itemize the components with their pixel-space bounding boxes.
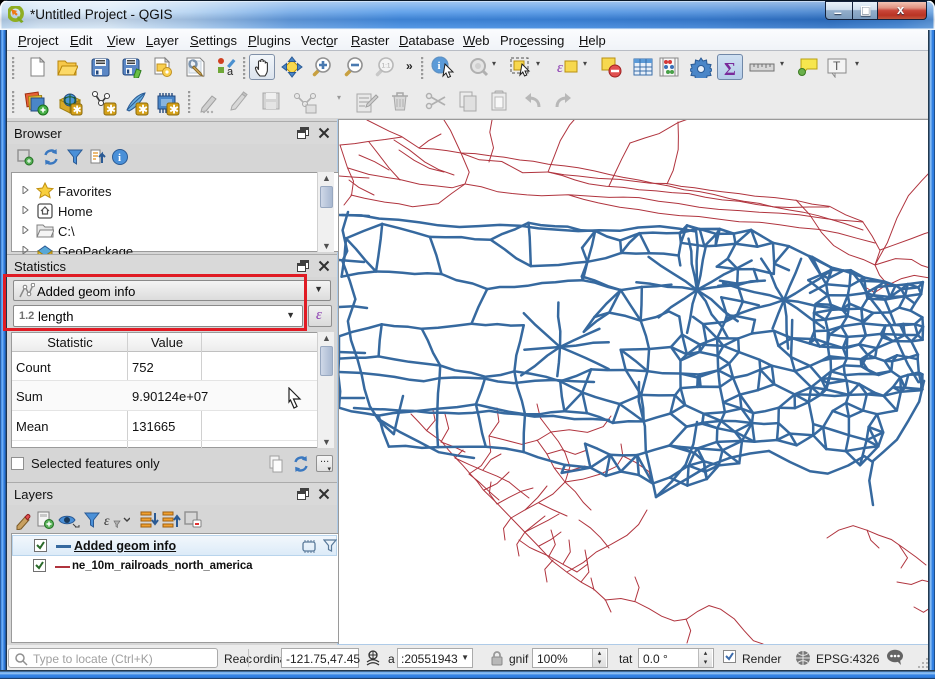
svg-text:✱: ✱ [138,103,148,117]
svg-text:✱: ✱ [73,105,82,117]
svg-text:✱: ✱ [106,103,116,117]
svg-text:Σ: Σ [724,59,736,79]
svg-text:i: i [118,152,121,164]
svg-text:i: i [438,60,441,72]
svg-text:1:1: 1:1 [382,63,391,70]
svg-text:ε: ε [104,514,110,529]
svg-text:✱: ✱ [169,103,179,117]
svg-text:T: T [833,59,841,73]
svg-text:ε: ε [557,60,563,76]
svg-text:a: a [227,66,234,78]
